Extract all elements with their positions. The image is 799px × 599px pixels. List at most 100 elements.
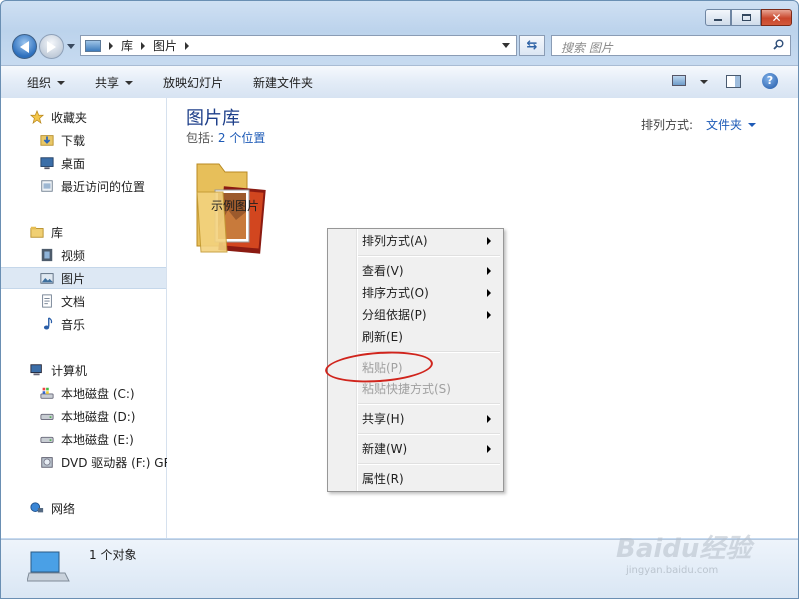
- sidebar-label: 下载: [61, 133, 86, 148]
- share-button[interactable]: 共享: [95, 74, 134, 91]
- submenu-arrow-icon: [487, 445, 491, 453]
- menu-item-label: 排序方式(O): [362, 286, 429, 300]
- hard-drive-icon: [40, 413, 54, 420]
- menu-item-share[interactable]: 共享(H): [328, 409, 503, 429]
- recent-places-icon: [41, 180, 53, 192]
- watermark-url: jingyan.baidu.com: [626, 565, 719, 576]
- sidebar-item-libraries[interactable]: 库: [1, 221, 194, 243]
- breadcrumb-chevron-icon[interactable]: [109, 41, 113, 50]
- pictures-library-icon: [85, 39, 101, 52]
- forward-button[interactable]: [39, 34, 64, 59]
- back-button[interactable]: [12, 34, 37, 59]
- close-button[interactable]: ✕: [761, 9, 792, 26]
- submenu-arrow-icon: [487, 289, 491, 297]
- forward-arrow-icon: [47, 40, 56, 53]
- downloads-folder-icon: [40, 135, 54, 146]
- menu-item-arrange[interactable]: 排列方式(A): [328, 231, 503, 251]
- pictures-icon: [40, 273, 54, 284]
- menu-item-sort-by[interactable]: 排序方式(O): [328, 283, 503, 303]
- computer-icon: [30, 364, 42, 376]
- window-controls: ✕: [705, 9, 792, 26]
- menu-item-label: 新建(W): [362, 442, 408, 456]
- minimize-icon: [714, 19, 722, 21]
- sidebar-item-network[interactable]: 网络: [1, 497, 194, 519]
- chevron-down-icon[interactable]: [748, 122, 757, 127]
- organize-label: 组织: [27, 76, 52, 90]
- command-bar: 组织 共享 放映幻灯片 新建文件夹 ?: [1, 65, 798, 99]
- sidebar-item-favorites[interactable]: 收藏夹: [1, 106, 194, 128]
- preview-pane-icon[interactable]: [726, 75, 741, 88]
- watermark: Baidu经验 jingyan.baidu.com: [616, 528, 766, 583]
- item-count: 1 个对象: [89, 548, 137, 562]
- library-title: 图片库: [186, 108, 240, 129]
- sidebar-label: 计算机: [51, 363, 88, 378]
- menu-separator: [358, 255, 500, 257]
- sidebar-item-pictures[interactable]: 图片: [1, 267, 166, 289]
- sidebar-label: 视频: [61, 248, 86, 263]
- breadcrumb-chevron-icon[interactable]: [185, 41, 190, 50]
- minimize-button[interactable]: [705, 9, 731, 26]
- sidebar-item-computer[interactable]: 计算机: [1, 359, 194, 381]
- change-view-icon[interactable]: [672, 75, 686, 86]
- computer-icon: [27, 551, 70, 582]
- arrange-label: 排列方式:: [641, 118, 694, 132]
- refresh-icon: ⇆: [526, 38, 538, 53]
- breadcrumb-libraries[interactable]: 库: [121, 37, 133, 54]
- videos-icon: [41, 248, 53, 262]
- sidebar-label: 本地磁盘 (C:): [61, 386, 135, 401]
- maximize-button[interactable]: [731, 9, 761, 26]
- arrange-value-button[interactable]: 文件夹: [706, 116, 742, 133]
- folder-name[interactable]: 示例图片: [189, 197, 281, 214]
- includes-label: 包括:: [186, 131, 215, 145]
- menu-item-label: 属性(R): [362, 472, 404, 486]
- system-drive-icon: [40, 387, 54, 399]
- submenu-arrow-icon: [487, 415, 491, 423]
- sidebar-label: 音乐: [61, 317, 86, 332]
- slideshow-button[interactable]: 放映幻灯片: [163, 74, 223, 91]
- library-includes: 包括: 2 个位置: [186, 129, 265, 146]
- includes-locations-link[interactable]: 2 个位置: [218, 131, 265, 145]
- menu-separator: [358, 403, 500, 405]
- arrange-by: 排列方式: 文件夹: [641, 116, 757, 133]
- network-icon: [30, 502, 44, 513]
- menu-item-group-by[interactable]: 分组依据(P): [328, 305, 503, 325]
- submenu-arrow-icon: [487, 267, 491, 275]
- recent-pages-dropdown[interactable]: [67, 44, 75, 49]
- sidebar-label: 收藏夹: [51, 110, 88, 125]
- music-note-icon: [43, 317, 53, 330]
- menu-item-view[interactable]: 查看(V): [328, 261, 503, 281]
- sidebar-label: DVD 驱动器 (F:) GR: [61, 455, 172, 470]
- address-bar[interactable]: 库 图片: [80, 35, 517, 56]
- sidebar-label: 桌面: [61, 156, 86, 171]
- menu-item-new[interactable]: 新建(W): [328, 439, 503, 459]
- breadcrumb-pictures[interactable]: 图片: [153, 37, 177, 54]
- help-icon[interactable]: ?: [762, 73, 778, 89]
- menu-item-label: 查看(V): [362, 264, 404, 278]
- documents-icon: [42, 294, 52, 308]
- menu-item-label: 共享(H): [362, 412, 405, 426]
- chevron-down-icon: [57, 80, 66, 85]
- sidebar-label: 图片: [61, 271, 86, 286]
- libraries-icon: [30, 226, 44, 238]
- menu-item-properties[interactable]: 属性(R): [328, 469, 503, 489]
- slideshow-label: 放映幻灯片: [163, 76, 224, 90]
- organize-button[interactable]: 组织: [27, 74, 66, 91]
- star-icon: [29, 110, 45, 124]
- menu-item-refresh[interactable]: 刷新(E): [328, 327, 503, 347]
- hard-drive-icon: [40, 436, 54, 443]
- view-options-dropdown-icon[interactable]: [700, 80, 708, 84]
- sidebar-label: 本地磁盘 (E:): [61, 432, 134, 447]
- desktop-icon: [40, 157, 54, 170]
- watermark-logo: Baidu经验: [616, 534, 752, 564]
- new-folder-button[interactable]: 新建文件夹: [253, 74, 313, 91]
- breadcrumb-chevron-icon[interactable]: [141, 41, 146, 50]
- search-box[interactable]: 搜索 图片: [551, 35, 791, 56]
- dvd-drive-icon: [41, 457, 53, 468]
- new-folder-label: 新建文件夹: [253, 76, 314, 90]
- refresh-button[interactable]: ⇆: [519, 35, 545, 56]
- address-dropdown-icon[interactable]: [502, 43, 510, 48]
- menu-separator: [358, 463, 500, 465]
- search-icon[interactable]: [773, 39, 784, 50]
- maximize-icon: [741, 14, 751, 21]
- back-arrow-icon: [20, 40, 29, 53]
